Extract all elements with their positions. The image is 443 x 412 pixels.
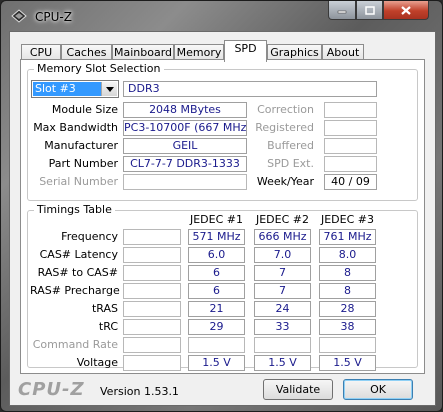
timings-empty-cell xyxy=(123,283,181,299)
close-button[interactable] xyxy=(383,1,429,20)
buffered-label: Buffered xyxy=(267,139,314,152)
timings-row-label: Command Rate xyxy=(32,338,118,351)
spd-ext-field xyxy=(324,156,377,172)
manufacturer-label: Manufacturer xyxy=(44,139,118,152)
timings-cell: 7 xyxy=(254,265,311,281)
module-size-field: 2048 MBytes xyxy=(123,102,247,118)
max-bandwidth-label: Max Bandwidth xyxy=(33,121,118,134)
timings-row-label: RAS# to CAS# xyxy=(37,266,118,279)
timings-column-header: JEDEC #3 xyxy=(320,213,374,226)
timings-column-header: JEDEC #2 xyxy=(255,213,309,226)
cpuz-logo: CPU-Z xyxy=(18,379,85,400)
module-size-label: Module Size xyxy=(51,103,118,116)
correction-field xyxy=(324,102,377,118)
title-bar[interactable]: CPU-Z xyxy=(1,1,442,31)
timings-cell: 33 xyxy=(254,319,311,335)
week-year-field: 40 / 09 xyxy=(324,174,377,190)
cpuz-window: CPU-Z CPU Caches Mainboard Memory SPD Gr… xyxy=(0,0,443,412)
timings-row-label: CAS# Latency xyxy=(39,248,118,261)
timings-empty-cell xyxy=(123,301,181,317)
timings-empty-cell xyxy=(123,319,181,335)
timings-cell: 29 xyxy=(188,319,245,335)
correction-label: Correction xyxy=(257,103,314,116)
timings-row-label: RAS# Precharge xyxy=(30,284,120,297)
timings-cell: 28 xyxy=(319,301,376,317)
slot-select-value: Slot #3 xyxy=(33,82,103,96)
timings-cell: 761 MHz xyxy=(319,229,376,245)
maximize-button[interactable] xyxy=(356,1,383,20)
timings-cell: 7.0 xyxy=(254,247,311,263)
registered-field xyxy=(324,120,377,136)
timings-cell: 24 xyxy=(254,301,311,317)
timings-column-header: JEDEC #1 xyxy=(189,213,243,226)
timings-row-label: Voltage xyxy=(76,356,118,369)
timings-cell xyxy=(254,337,311,353)
timings-empty-cell xyxy=(123,265,181,281)
timings-group-title: Timings Table xyxy=(34,203,115,216)
timings-empty-cell xyxy=(123,247,181,263)
timings-group: Timings Table JEDEC #1 JEDEC #2 JEDEC #3 Fr… xyxy=(27,203,418,371)
ok-button[interactable]: OK xyxy=(343,379,413,400)
minimize-button[interactable] xyxy=(328,1,356,20)
spd-panel: Memory Slot Selection Slot #3 DDR3 Modul… xyxy=(20,59,425,374)
chevron-down-icon xyxy=(105,86,114,92)
maximize-icon xyxy=(364,5,375,15)
buffered-field xyxy=(324,138,377,154)
validate-button[interactable]: Validate xyxy=(263,379,333,400)
timings-empty-cell xyxy=(123,229,181,245)
client-area: CPU Caches Mainboard Memory SPD Graphics… xyxy=(9,31,436,406)
timings-cell: 8 xyxy=(319,283,376,299)
window-title: CPU-Z xyxy=(35,10,72,24)
timings-empty-cell xyxy=(123,337,181,353)
max-bandwidth-field: PC3-10700F (667 MHz) xyxy=(123,120,247,136)
cpuz-app-icon xyxy=(11,9,27,23)
timings-empty-cell xyxy=(123,355,181,371)
slot-select[interactable]: Slot #3 xyxy=(31,80,119,98)
timings-cell: 571 MHz xyxy=(188,229,245,245)
week-year-label: Week/Year xyxy=(256,175,314,188)
minimize-icon xyxy=(337,10,347,14)
manufacturer-field: GEIL xyxy=(123,138,247,154)
dropdown-arrow-button[interactable] xyxy=(101,82,117,96)
memory-type-field: DDR3 xyxy=(123,81,377,97)
timings-cell: 8 xyxy=(319,265,376,281)
version-text: Version 1.53.1 xyxy=(100,385,179,398)
timings-cell: 6.0 xyxy=(188,247,245,263)
timings-cell xyxy=(319,337,376,353)
timings-cell: 1.5 V xyxy=(188,355,245,371)
timings-cell: 38 xyxy=(319,319,376,335)
timings-cell xyxy=(188,337,245,353)
part-number-label: Part Number xyxy=(48,157,118,170)
close-icon xyxy=(401,5,411,15)
memory-slot-group-title: Memory Slot Selection xyxy=(34,62,164,75)
timings-cell: 8.0 xyxy=(319,247,376,263)
timings-row-label: Frequency xyxy=(61,230,118,243)
timings-row-label: tRAS xyxy=(91,302,118,315)
serial-number-field xyxy=(123,174,247,190)
timings-row-label: tRC xyxy=(98,320,118,333)
timings-cell: 21 xyxy=(188,301,245,317)
timings-cell: 1.5 V xyxy=(254,355,311,371)
timings-cell: 666 MHz xyxy=(254,229,311,245)
part-number-field: CL7-7-7 DDR3-1333 xyxy=(123,156,247,172)
registered-label: Registered xyxy=(255,121,314,134)
spd-ext-label: SPD Ext. xyxy=(267,157,314,170)
timings-cell: 1.5 V xyxy=(319,355,376,371)
memory-slot-group: Memory Slot Selection Slot #3 DDR3 Modul… xyxy=(27,62,418,201)
timings-cell: 7 xyxy=(254,283,311,299)
timings-cell: 6 xyxy=(188,283,245,299)
timings-cell: 6 xyxy=(188,265,245,281)
serial-number-label: Serial Number xyxy=(39,175,118,188)
tab-spd[interactable]: SPD xyxy=(224,40,267,62)
